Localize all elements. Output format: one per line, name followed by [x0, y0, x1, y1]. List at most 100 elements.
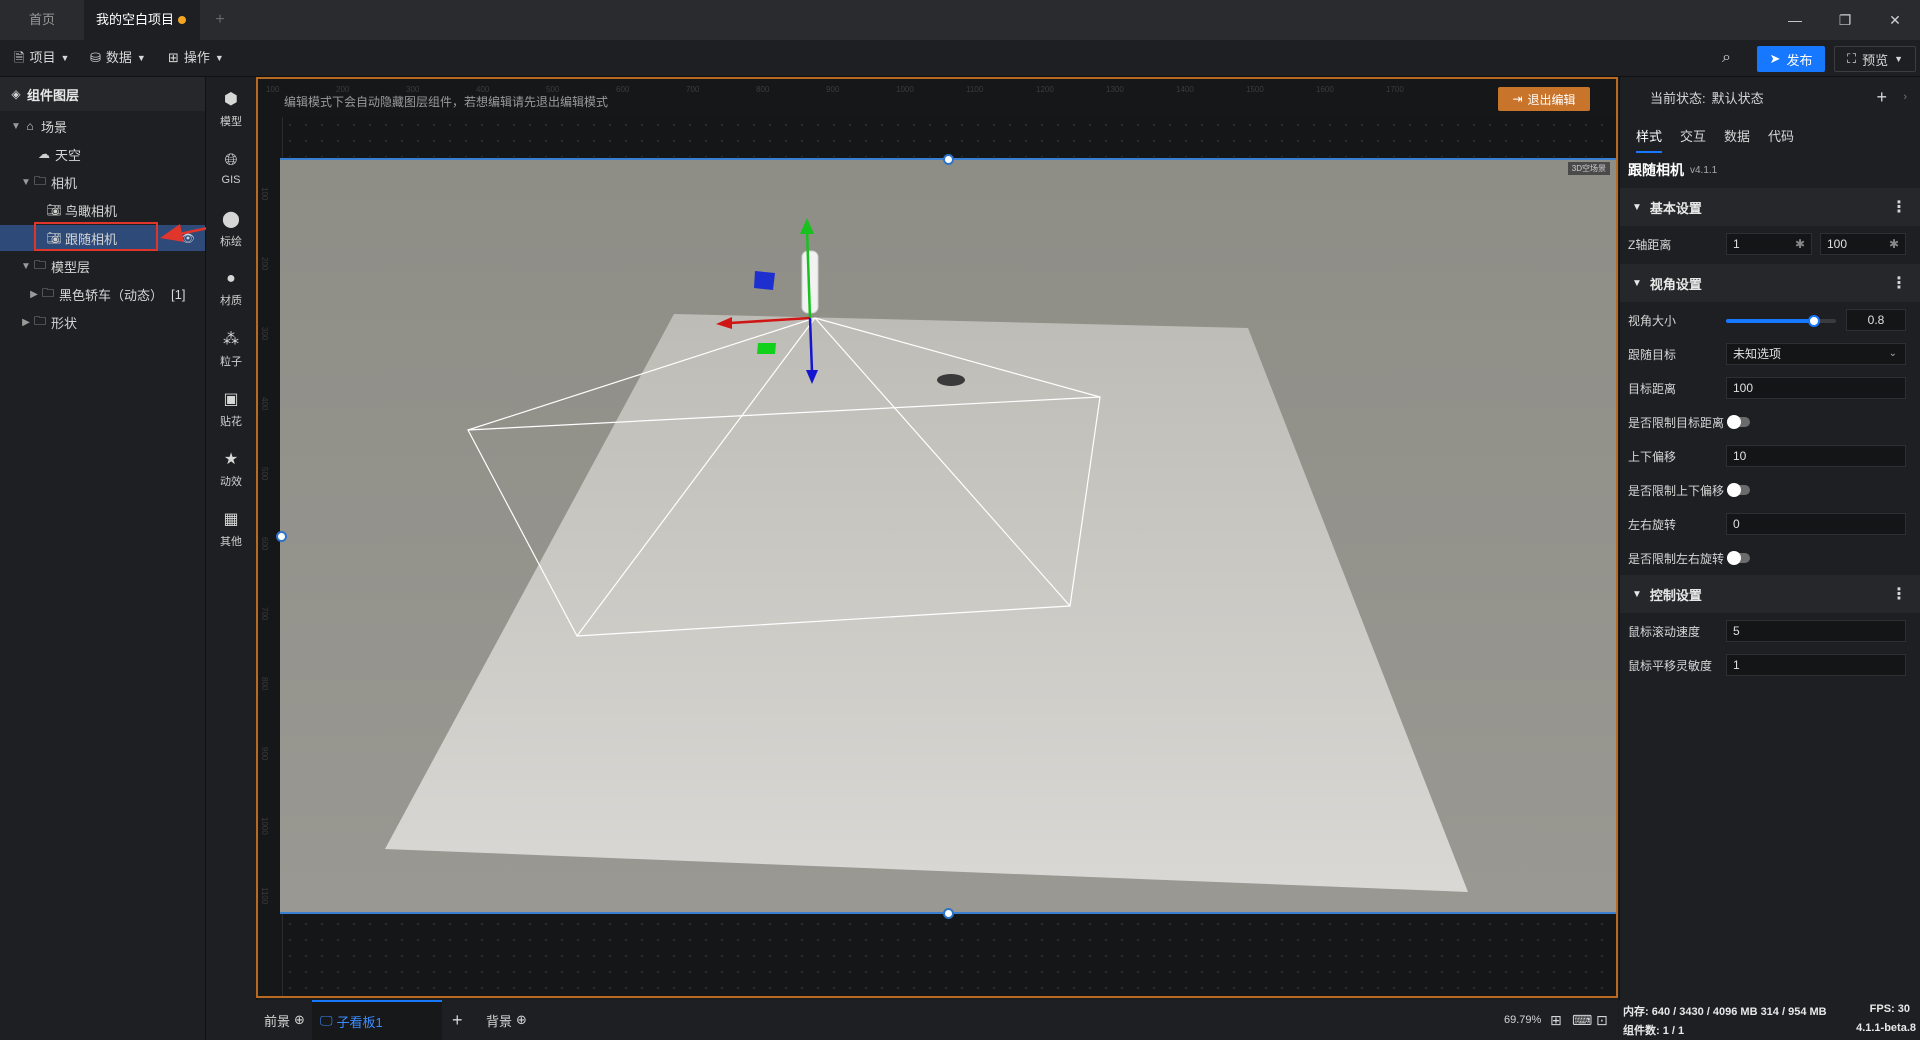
section-view[interactable]: ▼ 视角设置 ⋮	[1620, 264, 1920, 302]
foreground-tab[interactable]: 前景 ⊕	[264, 1000, 305, 1040]
scene-graphics	[385, 218, 1468, 892]
scroll-speed-input[interactable]: 5	[1726, 620, 1906, 642]
search-icon[interactable]: ⌕	[1722, 40, 1731, 76]
add-board-button[interactable]: +	[452, 1000, 463, 1040]
z-min-input[interactable]: 1 ✱	[1726, 233, 1812, 255]
menu-data[interactable]: ⛁ 数据 ▼	[90, 40, 146, 76]
tab-interaction[interactable]: 交互	[1680, 126, 1706, 145]
publish-button[interactable]: ➤ 发布	[1757, 46, 1825, 72]
section-basic[interactable]: ▼ 基本设置 ⋮	[1620, 188, 1920, 226]
component-material[interactable]: ● 材质	[206, 261, 256, 317]
component-effect[interactable]: ★ 动效	[206, 441, 256, 497]
add-tab-button[interactable]: +	[208, 0, 232, 40]
expand-caret-icon[interactable]: ▼	[10, 121, 22, 132]
resize-handle-left[interactable]	[276, 531, 287, 542]
fov-slider-thumb[interactable]	[1808, 315, 1820, 327]
resize-handle-top[interactable]	[943, 154, 954, 165]
target-distance-input[interactable]: 100	[1726, 377, 1906, 399]
ruler-tick-label: 100	[260, 187, 269, 201]
menu-project[interactable]: 🗎 项目 ▼	[14, 40, 69, 76]
more-icon[interactable]: ⋮	[1891, 584, 1907, 604]
add-state-icon[interactable]: +	[1876, 87, 1887, 108]
tab-project[interactable]: 我的空白项目	[84, 0, 200, 40]
tab-code[interactable]: 代码	[1768, 126, 1794, 145]
pan-sensitivity-input[interactable]: 1	[1726, 654, 1906, 676]
tree-item-scene[interactable]: ▼ ⌂ 场景	[0, 113, 205, 139]
component-plot[interactable]: ⬤ 标绘	[206, 201, 256, 257]
limit-offset-toggle[interactable]	[1727, 483, 1750, 497]
restore-button[interactable]: ❐	[1820, 0, 1870, 40]
canvas-dots-bottom	[282, 916, 1616, 996]
minimize-button[interactable]: —	[1770, 0, 1820, 40]
section-basic-title: 基本设置	[1649, 200, 1702, 216]
exit-edit-button[interactable]: ⇥ 退出编辑	[1498, 87, 1590, 111]
tree-item-label: 场景	[41, 119, 68, 135]
tab-style[interactable]: 样式	[1636, 126, 1663, 153]
chevron-right-icon[interactable]: ›	[1903, 91, 1907, 103]
memory-status: 内存: 640 / 3430 / 4096 MB 314 / 954 MB	[1623, 1006, 1827, 1018]
3d-scene-viewport[interactable]: 3D空场景	[280, 158, 1616, 914]
board-tabs-bar: 前景 ⊕ 🖵︎ 子看板1 + 背景 ⊕ 69.79% ⊞ ⌨ ⊡	[256, 1000, 1618, 1040]
limit-distance-toggle[interactable]	[1727, 415, 1750, 429]
vertical-offset-input[interactable]: 10	[1726, 445, 1906, 467]
status-bar: 内存: 640 / 3430 / 4096 MB 314 / 954 MB FP…	[1619, 1000, 1920, 1040]
plus-circle-icon[interactable]: ⊕	[294, 1012, 305, 1028]
zoom-level[interactable]: 69.79%	[1504, 1000, 1541, 1040]
plus-circle-icon[interactable]: ⊕	[516, 1012, 527, 1028]
follow-target-select[interactable]: 未知选项 ⌄	[1726, 343, 1906, 365]
z-max-input[interactable]: 100 ✱	[1820, 233, 1906, 255]
follow-target-value: 未知选项	[1733, 347, 1782, 361]
resize-handle-bottom[interactable]	[943, 908, 954, 919]
fit-screen-icon[interactable]: ⊞	[1550, 1000, 1562, 1040]
expand-caret-icon[interactable]: ▼	[20, 261, 32, 272]
menu-operate[interactable]: ⊞ 操作 ▼	[168, 40, 224, 76]
state-value[interactable]: 默认状态	[1712, 88, 1764, 107]
fov-slider-track[interactable]	[1726, 315, 1836, 327]
asterisk-icon: ✱	[1888, 237, 1899, 251]
limit-rotate-toggle[interactable]	[1727, 551, 1750, 565]
tree-item-sky[interactable]: ☁ 天空	[0, 141, 205, 167]
expand-caret-icon[interactable]: ▼	[20, 177, 32, 188]
terminal-icon[interactable]: ⊡	[1596, 1000, 1608, 1040]
fov-slider-fill	[1726, 319, 1814, 323]
fov-input[interactable]: 0.8	[1846, 309, 1906, 331]
keyboard-icon[interactable]: ⌨	[1572, 1000, 1592, 1040]
more-icon[interactable]: ⋮	[1891, 197, 1907, 217]
z-max-value: 100	[1827, 237, 1848, 251]
tree-item-shapes[interactable]: ▶ 🗀 形状	[0, 309, 205, 335]
ruler-tick-label: 1100	[966, 85, 984, 94]
tree-item-label: 形状	[51, 315, 78, 331]
close-button[interactable]: ✕	[1870, 0, 1920, 40]
component-label: 动效	[220, 476, 242, 488]
fps-status: FPS: 30	[1869, 1003, 1910, 1015]
collapse-caret-icon[interactable]: ▶	[28, 289, 40, 300]
component-decal[interactable]: ▣ 贴花	[206, 381, 256, 437]
ruler-tick-label: 900	[826, 85, 840, 94]
preview-button[interactable]: ⛶ 预览 ▼	[1834, 46, 1916, 72]
tree-item-black-car[interactable]: ▶ 🗀 黑色轿车（动态） [1]	[0, 281, 205, 307]
ruler-tick-label: 400	[260, 397, 269, 411]
tab-data[interactable]: 数据	[1724, 126, 1750, 145]
section-control[interactable]: ▼ 控制设置 ⋮	[1620, 575, 1920, 613]
collapse-caret-icon[interactable]: ▶	[20, 317, 32, 328]
canvas-dots-top	[282, 117, 1616, 157]
menu-bar: 🗎 项目 ▼ ⛁ 数据 ▼ ⊞ 操作 ▼ ⌕	[0, 40, 1920, 77]
background-tab[interactable]: 背景 ⊕	[486, 1000, 527, 1040]
section-control-title: 控制设置	[1649, 587, 1702, 603]
more-icon[interactable]: ⋮	[1891, 273, 1907, 293]
component-particle[interactable]: ⁂ 粒子	[206, 321, 256, 377]
component-other[interactable]: ▦ 其他	[206, 501, 256, 557]
ruler-tick-label: 1400	[1176, 85, 1194, 94]
horizontal-rotate-input[interactable]: 0	[1726, 513, 1906, 535]
ruler-tick-label: 1700	[1386, 85, 1404, 94]
component-gis[interactable]: 🌐︎ GIS	[206, 141, 256, 197]
component-model[interactable]: ⬢ 模型	[206, 81, 256, 137]
ground-plane	[385, 314, 1468, 892]
state-label: 当前状态:	[1650, 90, 1706, 106]
grid-icon: ⊞	[168, 50, 179, 65]
chevron-down-icon: ▼	[1632, 588, 1642, 600]
exit-edit-label: 退出编辑	[1527, 92, 1576, 107]
board-tab-1[interactable]: 🖵︎ 子看板1	[312, 1000, 442, 1040]
tab-home[interactable]: 首页	[0, 0, 84, 40]
tree-item-model-layer[interactable]: ▼ 🗀 模型层	[0, 253, 205, 279]
